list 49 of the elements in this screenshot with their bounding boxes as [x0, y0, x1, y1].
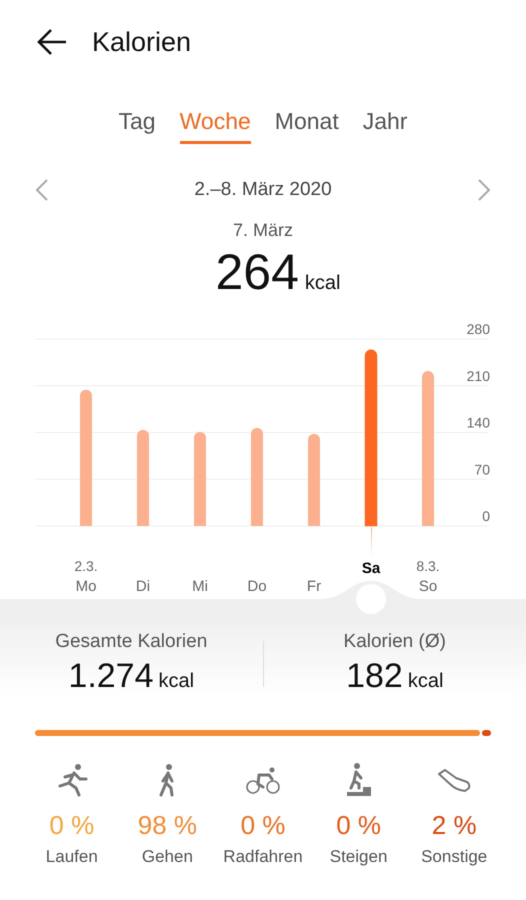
day-label: Do: [247, 578, 267, 595]
axis-tick-label: 0: [482, 508, 490, 524]
activity-percent: 0 %: [240, 810, 286, 841]
date-label: 2.3.: [74, 558, 98, 574]
activity-label: Radfahren: [223, 847, 303, 867]
day-label: Fr: [306, 578, 322, 595]
bar[interactable]: [364, 349, 378, 526]
bar[interactable]: [194, 432, 206, 526]
back-icon[interactable]: [36, 28, 68, 56]
page-title: Kalorien: [92, 26, 192, 58]
activity-label: Steigen: [330, 847, 388, 867]
day-label: So: [418, 578, 438, 595]
axis-tick-label: 280: [466, 323, 490, 337]
date-range: 2.–8. März 2020: [194, 179, 332, 201]
next-icon[interactable]: [476, 178, 492, 202]
axis-tick-label: 70: [474, 461, 490, 478]
previous-icon[interactable]: [34, 178, 50, 202]
unit-label: kcal: [158, 670, 194, 693]
day-label: Mo: [76, 578, 96, 595]
period-tab[interactable]: Tag: [118, 108, 156, 144]
date-label: 8.3.: [416, 558, 440, 574]
activity-percent: 0 %: [336, 810, 381, 841]
activity-label: Gehen: [142, 847, 193, 867]
bar[interactable]: [80, 390, 92, 526]
axis-tick-label: 210: [466, 368, 490, 384]
day-label: Di: [136, 578, 150, 595]
bar[interactable]: [251, 428, 263, 526]
stat-label: Gesamte Kalorien: [55, 631, 208, 653]
activity-percent: 2 %: [432, 810, 477, 841]
distribution-segment: [482, 730, 491, 736]
stat-label: Kalorien (Ø): [344, 631, 446, 653]
unit-label: kcal: [408, 670, 444, 693]
activity-label: Sonstige: [421, 847, 488, 867]
selected-date: 7. März: [232, 220, 293, 241]
unit-label: kcal: [304, 272, 340, 295]
activity-label: Laufen: [46, 847, 98, 867]
bar[interactable]: [137, 430, 149, 526]
selected-value: 264: [215, 243, 299, 301]
stat-value: 1.274: [68, 657, 154, 696]
bar[interactable]: [308, 434, 320, 526]
day-label: Mi: [192, 578, 208, 595]
period-tab[interactable]: Monat: [274, 108, 339, 144]
activity-percent: 98 %: [138, 810, 198, 841]
bar[interactable]: [422, 371, 434, 526]
stat-value: 182: [346, 657, 403, 696]
day-label: Sa: [362, 560, 380, 577]
activity-percent: 0 %: [49, 810, 94, 841]
axis-tick-label: 140: [466, 414, 490, 430]
period-tab[interactable]: Jahr: [362, 108, 408, 144]
